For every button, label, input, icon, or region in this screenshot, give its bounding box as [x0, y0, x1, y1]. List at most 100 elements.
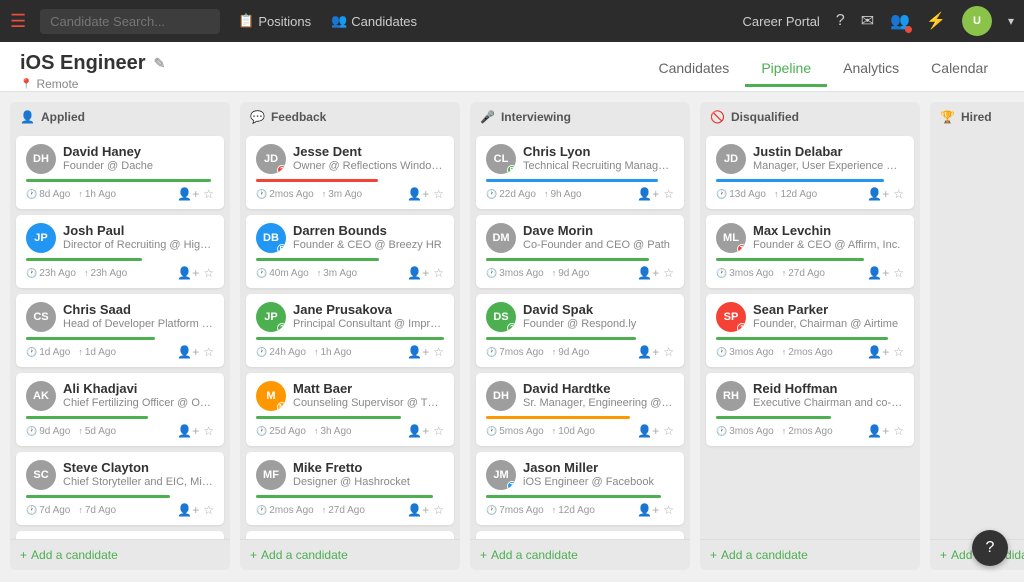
positions-nav[interactable]: 📋 Positions [238, 13, 311, 29]
star-btn[interactable]: ☆ [433, 503, 444, 517]
add-candidate-btn[interactable]: 👤+ [407, 187, 429, 201]
tab-candidates[interactable]: Candidates [642, 52, 745, 87]
star-btn[interactable]: ☆ [203, 424, 214, 438]
add-candidate-btn[interactable]: 👤+ [407, 266, 429, 280]
star-btn[interactable]: ☆ [663, 266, 674, 280]
card-top: DH David Haney Founder @ Dache [26, 144, 214, 174]
add-candidate-btn[interactable]: 👤+ [177, 266, 199, 280]
help-fab[interactable]: ? [972, 530, 1008, 566]
created-time: 🕐 24h Ago [256, 347, 306, 358]
list-item[interactable]: JP Josh Paul Director of Recruiting @ Hi… [16, 215, 224, 288]
add-candidate-btn[interactable]: 👤+ [637, 345, 659, 359]
edit-icon[interactable]: ✎ [154, 55, 166, 72]
topnav-nav: 📋 Positions 👥 Candidates [238, 13, 417, 29]
candidate-avatar: JP 2 [256, 302, 286, 332]
card-info: Josh Paul Director of Recruiting @ Hight… [63, 223, 214, 251]
list-item[interactable]: DM Dave Morin Co-Founder and CEO @ Path … [476, 215, 684, 288]
star-btn[interactable]: ☆ [663, 424, 674, 438]
star-btn[interactable]: ☆ [893, 187, 904, 201]
career-portal-link[interactable]: Career Portal [743, 14, 820, 29]
star-btn[interactable]: ☆ [893, 424, 904, 438]
candidates-nav[interactable]: 👥 Candidates [331, 13, 417, 29]
star-btn[interactable]: ☆ [433, 424, 444, 438]
user-menu-arrow[interactable]: ▾ [1008, 14, 1014, 28]
card-top: MF Mike Fretto Designer @ Hashrocket [256, 460, 444, 490]
list-item[interactable]: AK Ali Khadjavi Chief Fertilizing Office… [16, 373, 224, 446]
add-candidate-btn[interactable]: 👤+ [177, 424, 199, 438]
add-candidate-btn[interactable]: 👤+ [867, 187, 889, 201]
add-candidate-btn[interactable]: 👤+ [637, 187, 659, 201]
list-item[interactable]: CL E Chris Lyon Technical Recruiting Man… [476, 136, 684, 209]
star-btn[interactable]: ☆ [203, 266, 214, 280]
candidate-title: Founder & CEO @ Breezy HR [293, 239, 444, 251]
updated-time: ↑ 5d Ago [78, 426, 116, 437]
list-item[interactable]: DH David Hardtke Sr. Manager, Engineerin… [476, 373, 684, 446]
add-candidate-applied[interactable]: +Add a candidate [10, 539, 230, 570]
list-item[interactable]: JP 2 Jane Prusakova Principal Consultant… [246, 294, 454, 367]
add-candidate-btn[interactable]: 👤+ [177, 187, 199, 201]
add-candidate-btn[interactable]: 👤+ [177, 503, 199, 517]
star-btn[interactable]: ☆ [433, 187, 444, 201]
list-item[interactable]: ML T Max Levchin Founder & CEO @ Affirm,… [706, 215, 914, 288]
star-btn[interactable]: ☆ [203, 187, 214, 201]
tab-analytics[interactable]: Analytics [827, 52, 915, 87]
star-btn[interactable]: ☆ [203, 503, 214, 517]
list-item[interactable]: DB R Darren Bounds Founder & CEO @ Breez… [246, 215, 454, 288]
mail-icon[interactable]: ✉ [861, 11, 874, 31]
column-icon-interviewing: 🎤 [480, 110, 495, 124]
progress-bar [486, 416, 630, 419]
list-item[interactable]: SP 1 Sean Parker Founder, Chairman @ Air… [706, 294, 914, 367]
lightning-icon[interactable]: ⚡ [926, 11, 946, 31]
candidate-avatar: MF [256, 460, 286, 490]
list-item[interactable]: CS Chris Saad Head of Developer Platform… [16, 294, 224, 367]
list-item[interactable]: CM Chris Messina 👤+ ☆ [16, 531, 224, 539]
star-btn[interactable]: ☆ [433, 345, 444, 359]
add-candidate-interviewing[interactable]: +Add a candidate [470, 539, 690, 570]
list-item[interactable]: DH David Haney Founder @ Dache 🕐 8d Ago … [16, 136, 224, 209]
list-item[interactable]: JD Justin Delabar Manager, User Experien… [706, 136, 914, 209]
add-candidate-feedback[interactable]: +Add a candidate [240, 539, 460, 570]
add-candidate-disqualified[interactable]: +Add a candidate [700, 539, 920, 570]
tab-calendar[interactable]: Calendar [915, 52, 1004, 87]
add-candidate-btn[interactable]: 👤+ [637, 424, 659, 438]
created-time: 🕐 7mos Ago [486, 347, 544, 358]
star-btn[interactable]: ☆ [663, 503, 674, 517]
created-time: 🕐 7d Ago [26, 505, 70, 516]
card-footer: 🕐 3mos Ago ↑ 2mos Ago 👤+ ☆ [716, 345, 904, 359]
add-candidate-btn[interactable]: 👤+ [407, 503, 429, 517]
hamburger-icon[interactable]: ☰ [10, 11, 26, 32]
user-avatar[interactable]: U [962, 6, 992, 36]
add-candidate-btn[interactable]: 👤+ [867, 424, 889, 438]
add-candidate-btn[interactable]: 👤+ [637, 266, 659, 280]
list-item[interactable]: RZ Randi Zuckerb... 👤+ ☆ [476, 531, 684, 539]
list-item[interactable]: MF Mike Fretto Designer @ Hashrocket 🕐 2… [246, 452, 454, 525]
list-item[interactable]: RH Reid Hoffman Executive Chairman and c… [706, 373, 914, 446]
star-btn[interactable]: ☆ [433, 266, 444, 280]
list-item[interactable]: JD 2 Jesse Dent Owner @ Reflections Wind… [246, 136, 454, 209]
list-item[interactable]: SC Steve Clayton Chief Storyteller and E… [16, 452, 224, 525]
star-btn[interactable]: ☆ [663, 345, 674, 359]
add-candidate-btn[interactable]: 👤+ [637, 503, 659, 517]
list-item[interactable]: CT Chris Tottman 👤+ ☆ [246, 531, 454, 539]
add-candidate-btn[interactable]: 👤+ [867, 266, 889, 280]
tab-pipeline[interactable]: Pipeline [745, 52, 827, 87]
star-btn[interactable]: ☆ [203, 345, 214, 359]
list-item[interactable]: JM T Jason Miller iOS Engineer @ Faceboo… [476, 452, 684, 525]
network-icon[interactable]: 👥 [890, 11, 910, 31]
clock-icon: 🕐 [486, 347, 497, 358]
star-btn[interactable]: ☆ [893, 266, 904, 280]
clock-icon: 🕐 [716, 268, 727, 279]
arrow-icon: ↑ [84, 268, 89, 278]
star-btn[interactable]: ☆ [893, 345, 904, 359]
star-btn[interactable]: ☆ [663, 187, 674, 201]
add-candidate-btn[interactable]: 👤+ [867, 345, 889, 359]
badge: E [507, 165, 516, 174]
add-candidate-btn[interactable]: 👤+ [407, 345, 429, 359]
add-candidate-btn[interactable]: 👤+ [407, 424, 429, 438]
add-candidate-btn[interactable]: 👤+ [177, 345, 199, 359]
candidate-name: Jesse Dent [293, 144, 444, 159]
list-item[interactable]: DS 2 David Spak Founder @ Respond.ly 🕐 7… [476, 294, 684, 367]
search-input[interactable] [40, 9, 220, 34]
list-item[interactable]: M M Matt Baer Counseling Supervisor @ Th… [246, 373, 454, 446]
help-icon[interactable]: ? [836, 12, 845, 30]
